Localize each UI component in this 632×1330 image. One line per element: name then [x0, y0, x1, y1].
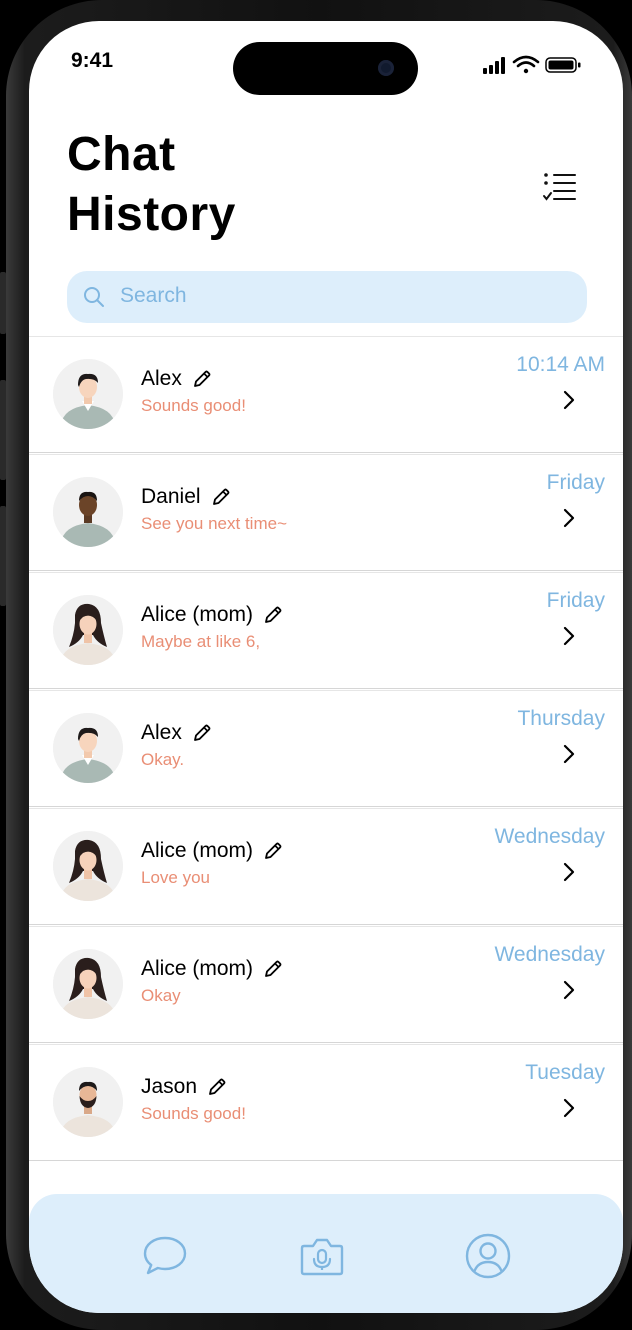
bottom-tab-bar [29, 1194, 623, 1313]
avatar [53, 831, 123, 901]
chevron-right-icon[interactable] [561, 625, 577, 647]
chat-list-item[interactable]: Jason Sounds good! Tuesday [29, 1044, 623, 1161]
wifi-icon [512, 55, 540, 74]
message-preview: Okay. [141, 750, 185, 769]
chevron-right-icon[interactable] [561, 507, 577, 529]
chevron-right-icon[interactable] [561, 389, 577, 411]
contact-name-row: Alice (mom) [141, 839, 283, 863]
mic-camera-icon[interactable] [298, 1232, 346, 1280]
chat-list-item[interactable]: Alice (mom) Maybe at like 6, Friday [29, 572, 623, 689]
pencil-edit-icon[interactable] [207, 1077, 227, 1097]
chevron-right-icon[interactable] [561, 1097, 577, 1119]
title-line: History [67, 188, 236, 241]
chevron-right-icon[interactable] [561, 979, 577, 1001]
cellular-signal-icon [483, 57, 505, 74]
contact-name: Alice (mom) [141, 603, 254, 626]
status-icons [483, 55, 581, 74]
avatar [53, 949, 123, 1019]
contact-name: Alice (mom) [141, 839, 254, 862]
message-time: Wednesday [494, 825, 605, 848]
chat-list-item[interactable]: Alex Sounds good! 10:14 AM [29, 336, 623, 453]
message-preview: Okay [141, 986, 181, 1005]
side-button [0, 380, 6, 480]
contact-name-row: Alice (mom) [141, 957, 283, 981]
avatar [53, 713, 123, 783]
avatar [53, 359, 123, 429]
dynamic-island [233, 42, 418, 95]
screen: 9:41 Chat History Search Alex Sounds goo… [29, 21, 623, 1313]
avatar [53, 477, 123, 547]
message-time: Tuesday [525, 1061, 605, 1084]
contact-name-row: Jason [141, 1075, 227, 1099]
message-preview: See you next time~ [141, 514, 288, 533]
search-input[interactable]: Search [120, 284, 187, 308]
profile-icon[interactable] [464, 1232, 512, 1280]
chat-list: Alex Sounds good! 10:14 AM Daniel See you ne… [29, 336, 623, 1162]
contact-name: Daniel [141, 485, 201, 508]
message-time: Thursday [517, 707, 605, 730]
chat-list-item[interactable]: Alice (mom) Love you Wednesday [29, 808, 623, 925]
message-preview: Sounds good! [141, 1104, 246, 1123]
pencil-edit-icon[interactable] [192, 723, 212, 743]
search-bar[interactable]: Search [67, 271, 587, 323]
status-time: 9:41 [71, 49, 114, 72]
avatar [53, 1067, 123, 1137]
chat-bubble-icon[interactable] [141, 1232, 189, 1280]
page-title: Chat History [67, 125, 236, 245]
chat-list-item[interactable]: Alex Okay. Thursday [29, 690, 623, 807]
contact-name-row: Alice (mom) [141, 603, 283, 627]
contact-name: Jason [141, 1075, 198, 1098]
pencil-edit-icon[interactable] [263, 605, 283, 625]
contact-name: Alex [141, 367, 182, 390]
contact-name-row: Alex [141, 721, 212, 745]
message-time: 10:14 AM [516, 353, 605, 376]
message-time: Friday [546, 471, 605, 494]
message-preview: Sounds good! [141, 396, 246, 415]
chevron-right-icon[interactable] [561, 743, 577, 765]
message-preview: Maybe at like 6, [141, 632, 261, 651]
message-time: Wednesday [494, 943, 605, 966]
contact-name: Alex [141, 721, 182, 744]
side-button [0, 272, 6, 334]
message-preview: Love you [141, 868, 210, 887]
pencil-edit-icon[interactable] [192, 369, 212, 389]
chevron-right-icon[interactable] [561, 861, 577, 883]
contact-name-row: Daniel [141, 485, 231, 509]
battery-icon [545, 57, 581, 73]
title-line: Chat [67, 128, 176, 181]
chat-list-item[interactable]: Alice (mom) Okay Wednesday [29, 926, 623, 1043]
pencil-edit-icon[interactable] [263, 841, 283, 861]
avatar [53, 595, 123, 665]
contact-name-row: Alex [141, 367, 212, 391]
search-icon [84, 287, 104, 307]
front-camera [378, 60, 394, 76]
chat-list-item[interactable]: Daniel See you next time~ Friday [29, 454, 623, 571]
checklist-menu-icon[interactable] [542, 171, 578, 203]
contact-name: Alice (mom) [141, 957, 254, 980]
pencil-edit-icon[interactable] [211, 487, 231, 507]
message-time: Friday [546, 589, 605, 612]
pencil-edit-icon[interactable] [263, 959, 283, 979]
side-button [0, 506, 6, 606]
